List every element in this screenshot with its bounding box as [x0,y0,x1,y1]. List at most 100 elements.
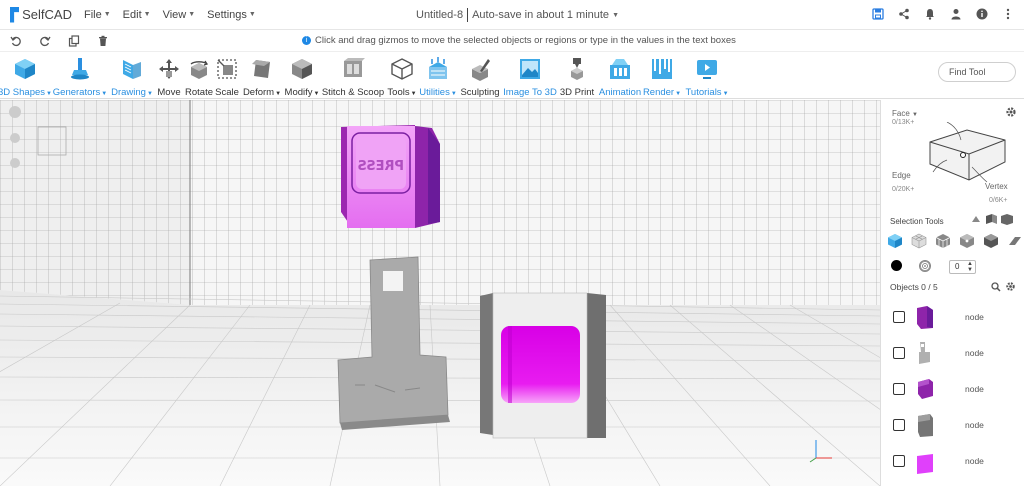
tool-label: Stitch & Scoop [321,87,385,98]
caret-down-icon: ▼ [612,11,619,19]
tool-label: Tools▼ [387,87,417,98]
select-edges-cube-icon[interactable] [935,233,951,249]
tool-image-to-3d[interactable]: Image To 3D [502,53,558,99]
object-checkbox[interactable] [893,311,905,323]
tool-label: Utilities▼ [419,87,457,98]
edge-count: 0/20K+ [892,186,915,193]
select-vertices-cube-icon[interactable] [959,233,975,249]
tool-utilities[interactable]: Utilities▼ [419,53,457,99]
tool-move[interactable]: Move [156,53,182,99]
texture-picker-icon[interactable] [919,260,931,272]
color-picker-swatch[interactable] [891,260,902,271]
objects-search-icon[interactable] [991,282,1001,292]
bell-icon[interactable] [922,6,938,22]
selection-mode-icons[interactable] [970,213,1020,225]
document-title[interactable]: Untitled-8 [416,9,463,21]
face-label[interactable]: Face ▼ [892,109,918,118]
more-vertical-icon[interactable] [1000,6,1016,22]
object-checkbox[interactable] [893,383,905,395]
caret-down-icon: ▼ [675,91,682,97]
objects-settings-gear-icon[interactable] [1005,281,1016,292]
tool-rotate[interactable]: Rotate [184,53,214,99]
right-panel: Face ▼ 0/13K+ Edge 0/20K+ Vertex 0/6K+ S… [880,100,1024,486]
select-object-cube-icon[interactable] [983,233,999,249]
find-tool-input[interactable]: Find Tool [938,62,1016,82]
trash-icon[interactable] [95,33,111,49]
user-icon[interactable] [948,6,964,22]
tool-tools[interactable]: Tools▼ [386,53,418,99]
caret-down-icon: ▼ [101,91,108,97]
render-icon [652,59,672,79]
3d-viewport[interactable]: PRESS [0,100,880,486]
tool-generators[interactable]: Generators▼ [53,53,108,99]
scene-canvas[interactable]: PRESS [0,100,880,486]
caret-down-icon: ▼ [103,11,111,18]
back-wall-grid [190,100,880,305]
tool-drawing[interactable]: Drawing▼ [110,53,154,99]
info-icon[interactable] [974,6,990,22]
tool-stitch-scoop[interactable]: Stitch & Scoop [322,53,384,99]
svg-text:PRESS: PRESS [357,159,404,174]
menu-edit-label: Edit [122,8,142,21]
main-toolbar: 3D Shapes▼ Generators▼ Drawing▼ Move Rot… [0,53,1024,99]
caret-down-icon: ▼ [188,11,196,18]
object-row[interactable]: node [881,372,1024,408]
select-faces-cube-icon[interactable] [911,233,927,249]
object-row[interactable]: node [881,444,1024,480]
menu-bar: SelfCAD File ▼ Edit ▼ View ▼ Settings ▼ Unti… [0,0,1024,30]
menu-settings[interactable]: Settings ▼ [207,9,256,21]
purple-press-button-object[interactable]: PRESS [341,125,440,228]
objects-list: node node node node node [881,300,1024,486]
object-name: node [965,312,984,322]
edge-label[interactable]: Edge [892,171,911,180]
caret-down-icon: ▼ [722,91,729,97]
face-count: 0/13K+ [892,119,915,126]
stepper-icon[interactable]: ▲ ▼ [967,261,973,273]
menu-edit[interactable]: Edit ▼ [123,9,151,21]
select-all-cube-icon[interactable] [887,233,903,249]
left-wall-grid [0,100,190,305]
number-input[interactable]: 0 ▲ ▼ [949,260,976,274]
housing-with-magenta-button-object[interactable] [480,292,606,439]
select-region-icon[interactable] [1007,233,1023,249]
title-separator [467,8,469,22]
autosave-status[interactable]: Auto-save in about 1 minute [472,9,609,21]
redo-icon[interactable] [37,33,53,49]
document-title-area[interactable]: Untitled-8 Auto-save in about 1 minute ▼ [416,8,619,22]
vertex-label[interactable]: Vertex [985,182,1008,191]
undo-icon[interactable] [8,33,24,49]
object-row[interactable]: node [881,300,1024,336]
caret-down-icon: ▼ [450,91,457,97]
object-row[interactable]: node [881,336,1024,372]
tool-label: Scale [215,87,239,98]
menu-view-label: View [162,8,187,21]
tool-modify[interactable]: Modify▼ [284,53,320,99]
share-icon[interactable] [896,6,912,22]
scale-icon [217,59,237,79]
tool-scale[interactable]: Scale [214,53,240,99]
object-checkbox[interactable] [893,419,905,431]
tool-label: Rotate [185,87,213,98]
tool-label: Image To 3D [503,87,557,98]
tool-3d-print[interactable]: 3D Print [558,53,596,99]
tool-tutorials[interactable]: Tutorials▼ [684,53,730,99]
save-icon[interactable] [870,6,886,22]
logo[interactable]: SelfCAD [10,6,72,23]
menu-view[interactable]: View ▼ [163,9,196,21]
caret-down-icon: ▼ [146,91,153,97]
object-checkbox[interactable] [893,347,905,359]
tool-3d-shapes[interactable]: 3D Shapes▼ [0,53,52,99]
caret-down-icon: ▼ [46,91,52,97]
tool-animation[interactable]: Animation [598,53,642,99]
menu-file[interactable]: File ▼ [84,9,111,21]
tool-render[interactable]: Render▼ [643,53,682,99]
object-checkbox[interactable] [893,455,905,467]
object-row[interactable]: node [881,408,1024,444]
tool-deform[interactable]: Deform▼ [242,53,282,99]
selection-tools-label: Selection Tools [890,217,944,226]
tool-label: Drawing▼ [111,87,153,98]
selection-mode-cube-diagram[interactable] [927,122,1009,186]
copy-icon[interactable] [66,33,82,49]
panel-gear-icon[interactable] [1005,106,1017,118]
tool-sculpting[interactable]: Sculpting [458,53,502,99]
